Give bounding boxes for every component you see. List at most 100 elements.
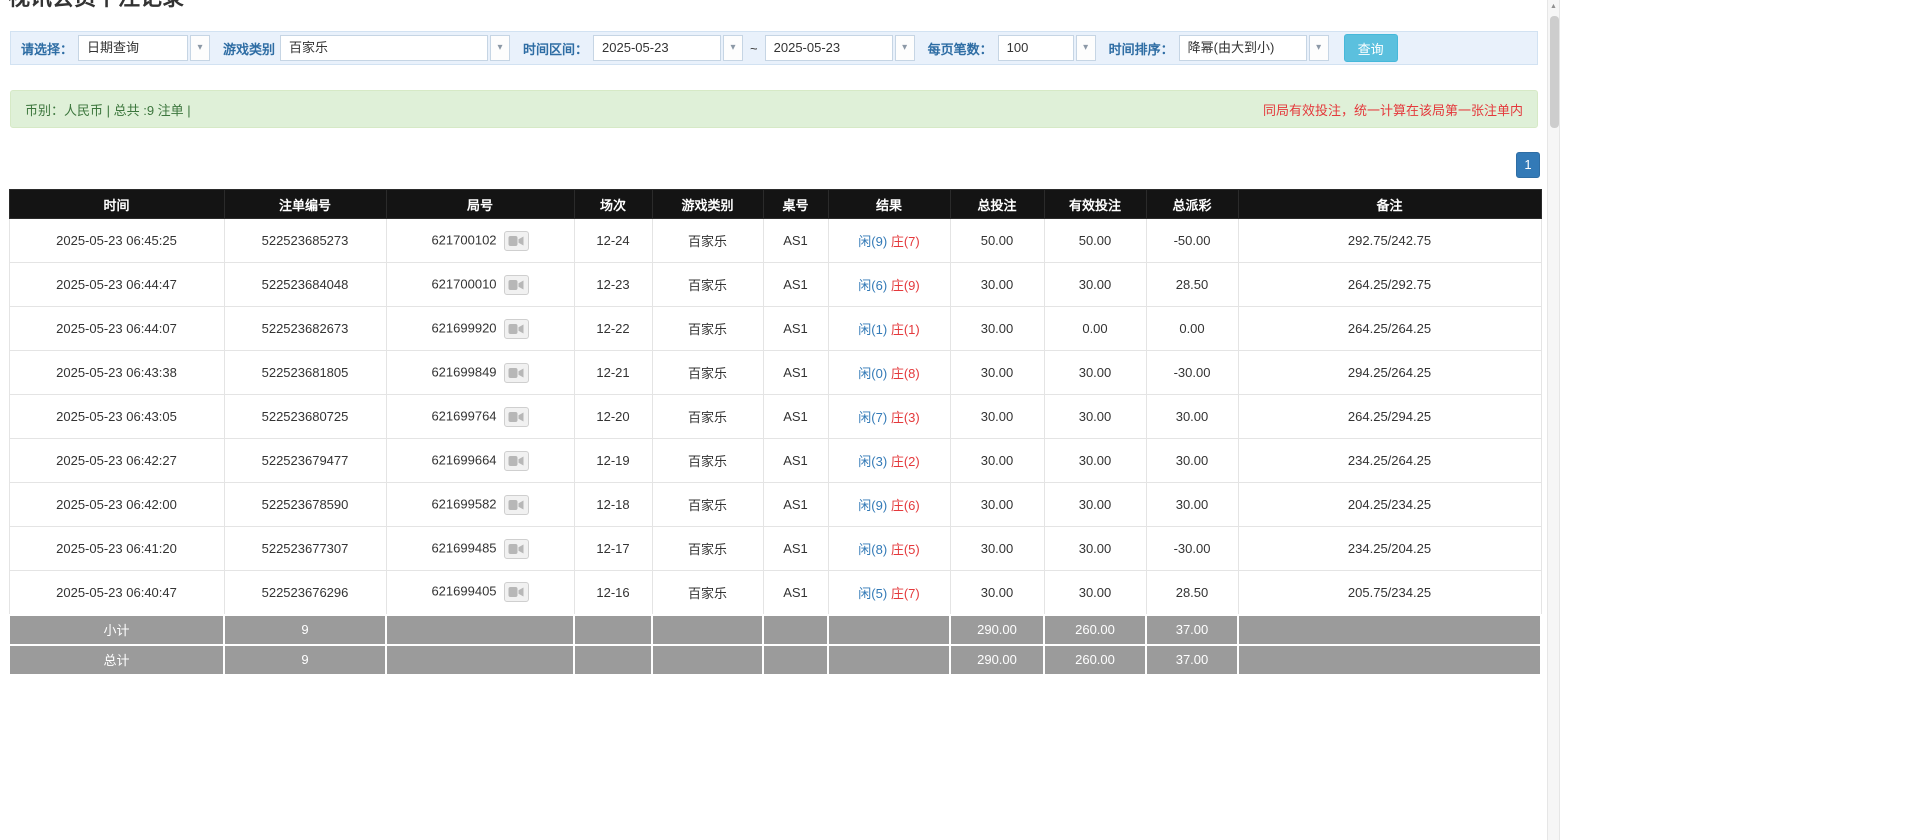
round-number: 621699849 xyxy=(431,364,496,379)
total-bet-cell[interactable]: 30.00 xyxy=(950,263,1044,307)
footer-empty-cell xyxy=(763,615,828,645)
video-replay-icon[interactable] xyxy=(504,582,529,602)
footer-empty-cell xyxy=(828,645,950,675)
round-cell: 621699405 xyxy=(386,571,574,615)
result-player: 闲(8) xyxy=(858,542,887,557)
remark-cell: 264.25/264.25 xyxy=(1238,307,1541,351)
result-player: 闲(0) xyxy=(858,366,887,381)
query-type-value[interactable]: 日期查询 xyxy=(78,35,188,61)
result-player: 闲(5) xyxy=(858,586,887,601)
result-banker: 庄(5) xyxy=(891,542,920,557)
result-banker: 庄(6) xyxy=(891,498,920,513)
session-cell: 12-23 xyxy=(574,263,652,307)
bet-id-cell: 522523685273 xyxy=(224,219,386,263)
video-replay-icon[interactable] xyxy=(504,539,529,559)
session-cell: 12-24 xyxy=(574,219,652,263)
summary-bar: 币别：人民币 | 总共 :9 注单 | 同局有效投注，统一计算在该局第一张注单内 xyxy=(10,90,1538,128)
time-cell: 2025-05-23 06:44:47 xyxy=(9,263,224,307)
time-sort-combo: 降幂(由大到小) ▾ xyxy=(1179,35,1329,61)
remark-cell: 205.75/234.25 xyxy=(1238,571,1541,615)
round-number: 621699764 xyxy=(431,408,496,423)
video-replay-icon[interactable] xyxy=(504,319,529,339)
scrollbar-thumb[interactable] xyxy=(1550,16,1559,128)
total-bet-cell[interactable]: 30.00 xyxy=(950,351,1044,395)
round-cell: 621699664 xyxy=(386,439,574,483)
total-bet-cell[interactable]: 30.00 xyxy=(950,307,1044,351)
table-number-cell: AS1 xyxy=(763,483,828,527)
per-page-label: 每页笔数： xyxy=(928,39,993,58)
page-1-button[interactable]: 1 xyxy=(1516,152,1540,178)
date-from-value[interactable]: 2025-05-23 xyxy=(593,35,721,61)
game-category-cell: 百家乐 xyxy=(652,219,763,263)
video-replay-icon[interactable] xyxy=(504,451,529,471)
table-row: 2025-05-23 06:45:25522523685273621700102… xyxy=(9,219,1541,263)
column-header: 总投注 xyxy=(950,190,1044,219)
subtotal-label: 小计 xyxy=(9,615,224,645)
subtotal-valid-bet: 260.00 xyxy=(1044,615,1146,645)
payout-cell: 30.00 xyxy=(1146,395,1238,439)
date-to-combo: 2025-05-23 ▾ xyxy=(765,35,915,61)
column-header: 局号 xyxy=(386,190,574,219)
round-number: 621699920 xyxy=(431,320,496,335)
video-replay-icon[interactable] xyxy=(504,495,529,515)
vertical-scrollbar[interactable]: ▲ xyxy=(1547,0,1560,840)
scroll-up-icon[interactable]: ▲ xyxy=(1548,0,1559,14)
total-bet-cell[interactable]: 30.00 xyxy=(950,483,1044,527)
table-header: 时间注单编号局号场次游戏类别桌号结果总投注有效投注总派彩备注 xyxy=(9,190,1541,219)
payout-cell: 30.00 xyxy=(1146,483,1238,527)
video-replay-icon[interactable] xyxy=(504,231,529,251)
chevron-down-icon[interactable]: ▾ xyxy=(723,35,743,61)
table-number-cell: AS1 xyxy=(763,307,828,351)
result-cell: 闲(8) 庄(5) xyxy=(828,527,950,571)
total-bet-cell[interactable]: 30.00 xyxy=(950,395,1044,439)
bet-id-cell: 522523677307 xyxy=(224,527,386,571)
filter-bar: 请选择： 日期查询 ▾ 游戏类别 百家乐 ▾ 时间区间： 2025-05-23 … xyxy=(10,31,1538,65)
valid-bet-cell: 30.00 xyxy=(1044,439,1146,483)
footer-empty-cell xyxy=(1238,615,1541,645)
table-row: 2025-05-23 06:40:47522523676296621699405… xyxy=(9,571,1541,615)
round-cell: 621700010 xyxy=(386,263,574,307)
result-player: 闲(3) xyxy=(858,454,887,469)
result-banker: 庄(8) xyxy=(891,366,920,381)
valid-bet-cell: 30.00 xyxy=(1044,527,1146,571)
date-to-value[interactable]: 2025-05-23 xyxy=(765,35,893,61)
query-button[interactable]: 查询 xyxy=(1344,34,1398,62)
chevron-down-icon[interactable]: ▾ xyxy=(1076,35,1096,61)
game-category-cell: 百家乐 xyxy=(652,527,763,571)
footer-empty-cell xyxy=(828,615,950,645)
video-replay-icon[interactable] xyxy=(504,407,529,427)
session-cell: 12-17 xyxy=(574,527,652,571)
date-from-combo: 2025-05-23 ▾ xyxy=(593,35,743,61)
chevron-down-icon[interactable]: ▾ xyxy=(190,35,210,61)
payout-cell: -50.00 xyxy=(1146,219,1238,263)
total-bet-cell[interactable]: 30.00 xyxy=(950,571,1044,615)
session-cell: 12-18 xyxy=(574,483,652,527)
valid-bet-cell: 30.00 xyxy=(1044,263,1146,307)
total-bet-cell[interactable]: 30.00 xyxy=(950,527,1044,571)
video-replay-icon[interactable] xyxy=(504,275,529,295)
table-row: 2025-05-23 06:44:07522523682673621699920… xyxy=(9,307,1541,351)
payout-cell: 0.00 xyxy=(1146,307,1238,351)
total-bet-cell[interactable]: 30.00 xyxy=(950,439,1044,483)
result-cell: 闲(6) 庄(9) xyxy=(828,263,950,307)
session-cell: 12-21 xyxy=(574,351,652,395)
game-category-cell: 百家乐 xyxy=(652,351,763,395)
result-cell: 闲(5) 庄(7) xyxy=(828,571,950,615)
game-category-value[interactable]: 百家乐 xyxy=(280,35,488,61)
session-cell: 12-20 xyxy=(574,395,652,439)
chevron-down-icon[interactable]: ▾ xyxy=(490,35,510,61)
total-valid-bet: 260.00 xyxy=(1044,645,1146,675)
result-banker: 庄(9) xyxy=(891,278,920,293)
total-bet-cell[interactable]: 50.00 xyxy=(950,219,1044,263)
result-banker: 庄(2) xyxy=(891,454,920,469)
video-replay-icon[interactable] xyxy=(504,363,529,383)
footer-empty-cell xyxy=(386,615,574,645)
table-number-cell: AS1 xyxy=(763,439,828,483)
chevron-down-icon[interactable]: ▾ xyxy=(895,35,915,61)
remark-cell: 204.25/234.25 xyxy=(1238,483,1541,527)
footer-empty-cell xyxy=(574,615,652,645)
chevron-down-icon[interactable]: ▾ xyxy=(1309,35,1329,61)
total-total-bet: 290.00 xyxy=(950,645,1044,675)
per-page-value[interactable]: 100 xyxy=(998,35,1074,61)
time-sort-value[interactable]: 降幂(由大到小) xyxy=(1179,35,1307,61)
